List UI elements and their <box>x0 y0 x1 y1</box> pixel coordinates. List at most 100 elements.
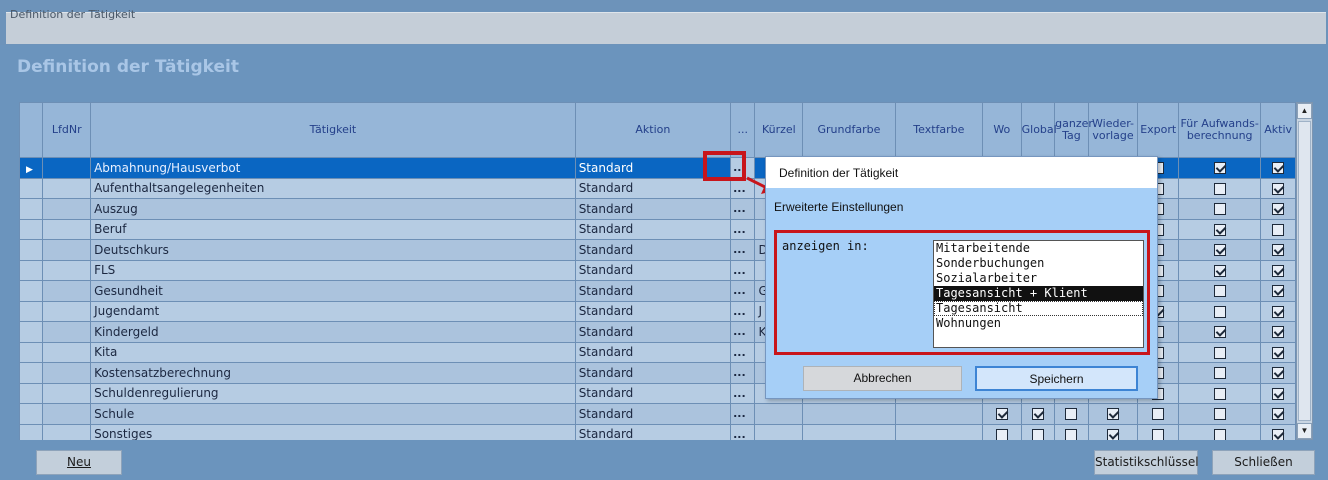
row-lfdnr <box>42 239 92 261</box>
row-aktion: Standard <box>574 198 732 220</box>
row-selector[interactable] <box>19 280 44 302</box>
scroll-up-icon[interactable]: ▲ <box>1297 103 1312 119</box>
aktiv-checkbox[interactable] <box>1272 367 1285 380</box>
row-dots-button[interactable]: ... <box>730 382 756 404</box>
column-header-textfarbe[interactable]: Textfarbe <box>894 102 984 158</box>
aufwand-checkbox[interactable] <box>1213 428 1226 440</box>
row-dots-button[interactable]: ... <box>730 300 756 322</box>
aktiv-cell <box>1260 259 1296 281</box>
aufwand-checkbox[interactable] <box>1213 285 1226 298</box>
row-selector[interactable] <box>19 259 44 281</box>
row-selector[interactable] <box>19 362 44 384</box>
listbox-option[interactable]: Wohnungen <box>934 316 1143 331</box>
column-header-grundfarbe[interactable]: Grundfarbe <box>802 102 896 158</box>
listbox-option[interactable]: Sozialarbeiter <box>934 271 1143 286</box>
aufwand-checkbox[interactable] <box>1213 203 1226 216</box>
row-selector[interactable]: ▶ <box>19 157 44 179</box>
aktiv-checkbox[interactable] <box>1272 305 1285 318</box>
aktiv-checkbox[interactable] <box>1272 264 1285 277</box>
column-header-ganzer-tag[interactable]: ganzer Tag <box>1054 102 1093 158</box>
row-selector[interactable] <box>19 423 44 440</box>
save-button[interactable]: Speichern <box>975 366 1138 391</box>
row-dots-button[interactable]: ... <box>730 362 756 384</box>
column-header-aktion[interactable]: Aktion <box>574 102 732 158</box>
column-header-global[interactable]: Global <box>1020 102 1057 158</box>
column-header-selector[interactable] <box>19 102 44 158</box>
aufwand-checkbox[interactable] <box>1213 346 1226 359</box>
listbox-option[interactable]: Tagesansicht + Klient <box>934 286 1143 301</box>
close-button[interactable]: Schließen <box>1212 450 1315 475</box>
row-selector[interactable] <box>19 300 44 322</box>
row-dots-button[interactable]: ... <box>730 280 756 302</box>
global-checkbox[interactable] <box>1031 428 1044 440</box>
aktiv-checkbox[interactable] <box>1272 326 1285 339</box>
cancel-button[interactable]: Abbrechen <box>803 366 962 391</box>
aufwand-cell <box>1178 423 1262 440</box>
wiedervorlage-checkbox[interactable] <box>1107 408 1120 421</box>
row-dots-button[interactable]: ... <box>730 239 756 261</box>
export-checkbox[interactable] <box>1152 428 1165 440</box>
aktiv-checkbox[interactable] <box>1272 428 1285 440</box>
row-selector[interactable] <box>19 403 44 425</box>
row-dots-button[interactable]: ... <box>730 341 756 363</box>
table-row[interactable]: Schule Standard... <box>19 403 1296 425</box>
row-selector[interactable] <box>19 382 44 404</box>
aktiv-checkbox[interactable] <box>1272 244 1285 257</box>
scroll-thumb[interactable] <box>1298 121 1311 421</box>
column-header-wo[interactable]: Wo <box>982 102 1022 158</box>
aufwand-checkbox[interactable] <box>1213 387 1226 400</box>
row-selector[interactable] <box>19 177 44 199</box>
wiedervorlage-checkbox[interactable] <box>1107 428 1120 440</box>
vertical-scrollbar[interactable]: ▲ ▼ <box>1296 102 1313 440</box>
aufwand-checkbox[interactable] <box>1213 326 1226 339</box>
row-dots-button[interactable]: ... <box>730 321 756 343</box>
aufwand-checkbox[interactable] <box>1213 162 1226 175</box>
aktiv-checkbox[interactable] <box>1272 182 1285 195</box>
column-header-export[interactable]: Export <box>1137 102 1180 158</box>
export-checkbox[interactable] <box>1152 408 1165 421</box>
column-header-taetigkeit[interactable]: Tätigkeit <box>90 102 576 158</box>
aktiv-checkbox[interactable] <box>1272 203 1285 216</box>
aufwand-checkbox[interactable] <box>1213 367 1226 380</box>
column-header-aufwand[interactable]: Für Aufwands-berechnung <box>1178 102 1262 158</box>
display-in-listbox[interactable]: Mitarbeitende Sonderbuchungen Sozialarbeit… <box>933 240 1144 348</box>
aktiv-checkbox[interactable] <box>1272 223 1285 236</box>
ganzer-tag-checkbox[interactable] <box>1065 428 1078 440</box>
column-header-dots[interactable]: ... <box>730 102 756 158</box>
table-row[interactable]: Sonstiges Standard... <box>19 423 1296 440</box>
wo-checkbox[interactable] <box>995 428 1008 440</box>
aufwand-checkbox[interactable] <box>1213 305 1226 318</box>
row-selector[interactable] <box>19 341 44 363</box>
aktiv-checkbox[interactable] <box>1272 162 1285 175</box>
row-selector[interactable] <box>19 218 44 240</box>
scroll-down-icon[interactable]: ▼ <box>1297 423 1312 439</box>
row-selector[interactable] <box>19 321 44 343</box>
aufwand-checkbox[interactable] <box>1213 223 1226 236</box>
row-dots-button[interactable]: ... <box>730 403 756 425</box>
row-dots-button[interactable]: ... <box>730 259 756 281</box>
row-dots-button[interactable]: ... <box>730 423 756 440</box>
row-selector[interactable] <box>19 239 44 261</box>
aktiv-checkbox[interactable] <box>1272 408 1285 421</box>
aufwand-checkbox[interactable] <box>1213 408 1226 421</box>
wo-checkbox[interactable] <box>995 408 1008 421</box>
global-checkbox[interactable] <box>1031 408 1044 421</box>
new-button[interactable]: Neu <box>36 450 122 475</box>
aktiv-checkbox[interactable] <box>1272 285 1285 298</box>
aufwand-checkbox[interactable] <box>1213 264 1226 277</box>
column-header-aktiv[interactable]: Aktiv <box>1260 102 1296 158</box>
aufwand-checkbox[interactable] <box>1213 244 1226 257</box>
aktiv-checkbox[interactable] <box>1272 346 1285 359</box>
listbox-option[interactable]: Tagesansicht <box>934 301 1143 316</box>
aufwand-checkbox[interactable] <box>1213 182 1226 195</box>
listbox-option[interactable]: Mitarbeitende <box>934 241 1143 256</box>
statistics-key-button[interactable]: Statistikschlüssel <box>1094 450 1199 475</box>
ganzer-tag-checkbox[interactable] <box>1065 408 1078 421</box>
column-header-kuerzel[interactable]: Kürzel <box>754 102 804 158</box>
listbox-option[interactable]: Sonderbuchungen <box>934 256 1143 271</box>
row-selector[interactable] <box>19 198 44 220</box>
aktiv-checkbox[interactable] <box>1272 387 1285 400</box>
column-header-wiedervorlage[interactable]: Wieder-vorlage <box>1087 102 1139 158</box>
row-dots-button[interactable]: ... <box>730 218 756 240</box>
column-header-lfdnr[interactable]: LfdNr <box>42 102 92 158</box>
